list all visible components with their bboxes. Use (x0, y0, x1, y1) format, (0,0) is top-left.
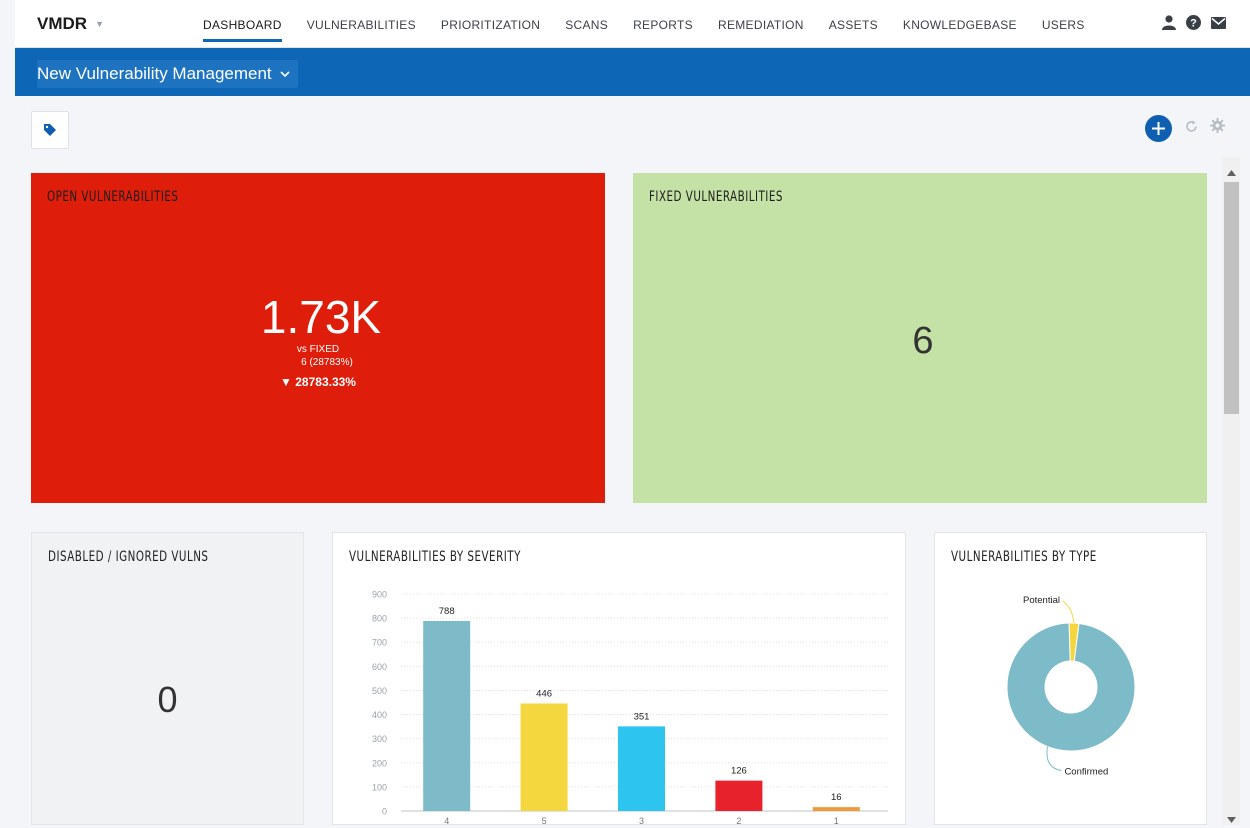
svg-text:?: ? (1190, 18, 1197, 30)
data-label: 446 (536, 688, 552, 699)
bar (423, 621, 471, 811)
data-label: 126 (731, 766, 747, 777)
plus-icon (1152, 122, 1165, 135)
nav-item-scans[interactable]: SCANS (565, 0, 608, 48)
bar (715, 780, 763, 811)
x-tick-label: 1 (834, 816, 839, 824)
change-percentage: ▼ 28783.33% (280, 375, 356, 389)
bar (618, 726, 665, 811)
data-label: 788 (439, 606, 455, 617)
y-tick-label: 600 (372, 662, 387, 672)
chevron-down-icon: ▼ (95, 19, 104, 29)
gear-icon[interactable] (1210, 118, 1225, 138)
data-label: 351 (634, 711, 650, 722)
x-tick-label: 5 (542, 816, 547, 824)
y-tick-label: 700 (372, 638, 387, 648)
y-tick-label: 500 (372, 686, 387, 696)
bar (812, 807, 860, 811)
mail-icon[interactable] (1211, 16, 1226, 29)
nav-item-assets[interactable]: ASSETS (829, 0, 878, 48)
fixed-count: 6 (912, 320, 934, 362)
x-tick-label: 4 (444, 816, 449, 824)
y-tick-label: 0 (382, 807, 387, 817)
tag-filter-button[interactable] (31, 111, 69, 149)
y-tick-label: 300 (372, 734, 387, 744)
bar (520, 703, 568, 811)
dashboard-title: New Vulnerability Management (37, 64, 272, 83)
dashboard-selector[interactable]: New Vulnerability Management (37, 60, 306, 88)
y-tick-label: 900 (372, 590, 387, 600)
slice-label: Confirmed (1064, 767, 1108, 778)
y-tick-label: 800 (372, 614, 387, 624)
scrollbar-thumb[interactable] (1224, 182, 1239, 414)
nav-item-dashboard[interactable]: DASHBOARD (203, 0, 282, 48)
comparison-label: vs FIXED (296, 344, 340, 355)
disabled-count: 0 (157, 679, 178, 720)
open-count: 1.73K (260, 291, 382, 343)
slice-label: Potential (1023, 595, 1060, 606)
comparison-value: 6 (28783%) (301, 357, 353, 368)
x-tick-label: 2 (736, 816, 741, 824)
scroll-down-arrow-icon[interactable] (1227, 810, 1236, 828)
widget-title: OPEN VULNERABILITIES (47, 189, 179, 205)
widget-title: DISABLED / IGNORED VULNS (48, 549, 209, 565)
severity-bar-chart: 0 100 200 300 400 500 600 700 800 900 788 4 446 5 351 3… (372, 590, 888, 824)
x-tick-label: 3 (639, 816, 644, 824)
main-nav: DASHBOARD VULNERABILITIES PRIORITIZATION SC… (203, 0, 1110, 48)
type-donut-chart: Potential Confirmed (1006, 595, 1136, 778)
comparison-text: vs FIXED 6 (28783%) (31, 343, 605, 369)
top-icons: ? (1162, 15, 1226, 30)
nav-item-users[interactable]: USERS (1042, 0, 1085, 48)
data-label: 16 (831, 792, 842, 803)
nav-item-remediation[interactable]: REMEDIATION (718, 0, 804, 48)
y-tick-label: 400 (372, 710, 387, 720)
y-tick-label: 100 (372, 782, 387, 792)
app-name: VMDR (37, 14, 88, 33)
label-leader (1062, 600, 1075, 624)
nav-item-vulnerabilities[interactable]: VULNERABILITIES (307, 0, 416, 48)
scroll-up-arrow-icon[interactable] (1227, 163, 1236, 181)
user-icon[interactable] (1162, 15, 1176, 30)
refresh-icon[interactable] (1185, 120, 1198, 138)
nav-item-prioritization[interactable]: PRIORITIZATION (441, 0, 540, 48)
open-vulnerabilities-widget[interactable]: OPEN VULNERABILITIES 1.73K vs FIXED 6 (2… (31, 173, 605, 503)
fixed-vulnerabilities-widget[interactable]: FIXED VULNERABILITIES 6 (633, 173, 1207, 503)
tag-icon (44, 124, 56, 136)
help-icon[interactable]: ? (1186, 15, 1201, 30)
app-switcher[interactable]: VMDR ▼ (37, 14, 104, 34)
disabled-vulns-widget[interactable]: DISABLED / IGNORED VULNS 0 (31, 532, 304, 825)
chevron-down-icon (280, 70, 290, 77)
top-nav-bar: VMDR ▼ DASHBOARD VULNERABILITIES PRIORITIZ… (15, 0, 1250, 48)
dashboard-bar: New Vulnerability Management (15, 48, 1250, 96)
y-tick-label: 200 (372, 758, 387, 768)
type-chart-widget[interactable]: VULNERABILITIES BY TYPE Potential Confirm… (934, 532, 1207, 825)
add-widget-button[interactable] (1145, 115, 1172, 142)
severity-chart-widget[interactable]: VULNERABILITIES BY SEVERITY 0 100 200 300 40… (332, 532, 906, 825)
nav-item-reports[interactable]: REPORTS (633, 0, 693, 48)
widget-title: FIXED VULNERABILITIES (649, 189, 783, 205)
nav-item-knowledgebase[interactable]: KNOWLEDGEBASE (903, 0, 1017, 48)
